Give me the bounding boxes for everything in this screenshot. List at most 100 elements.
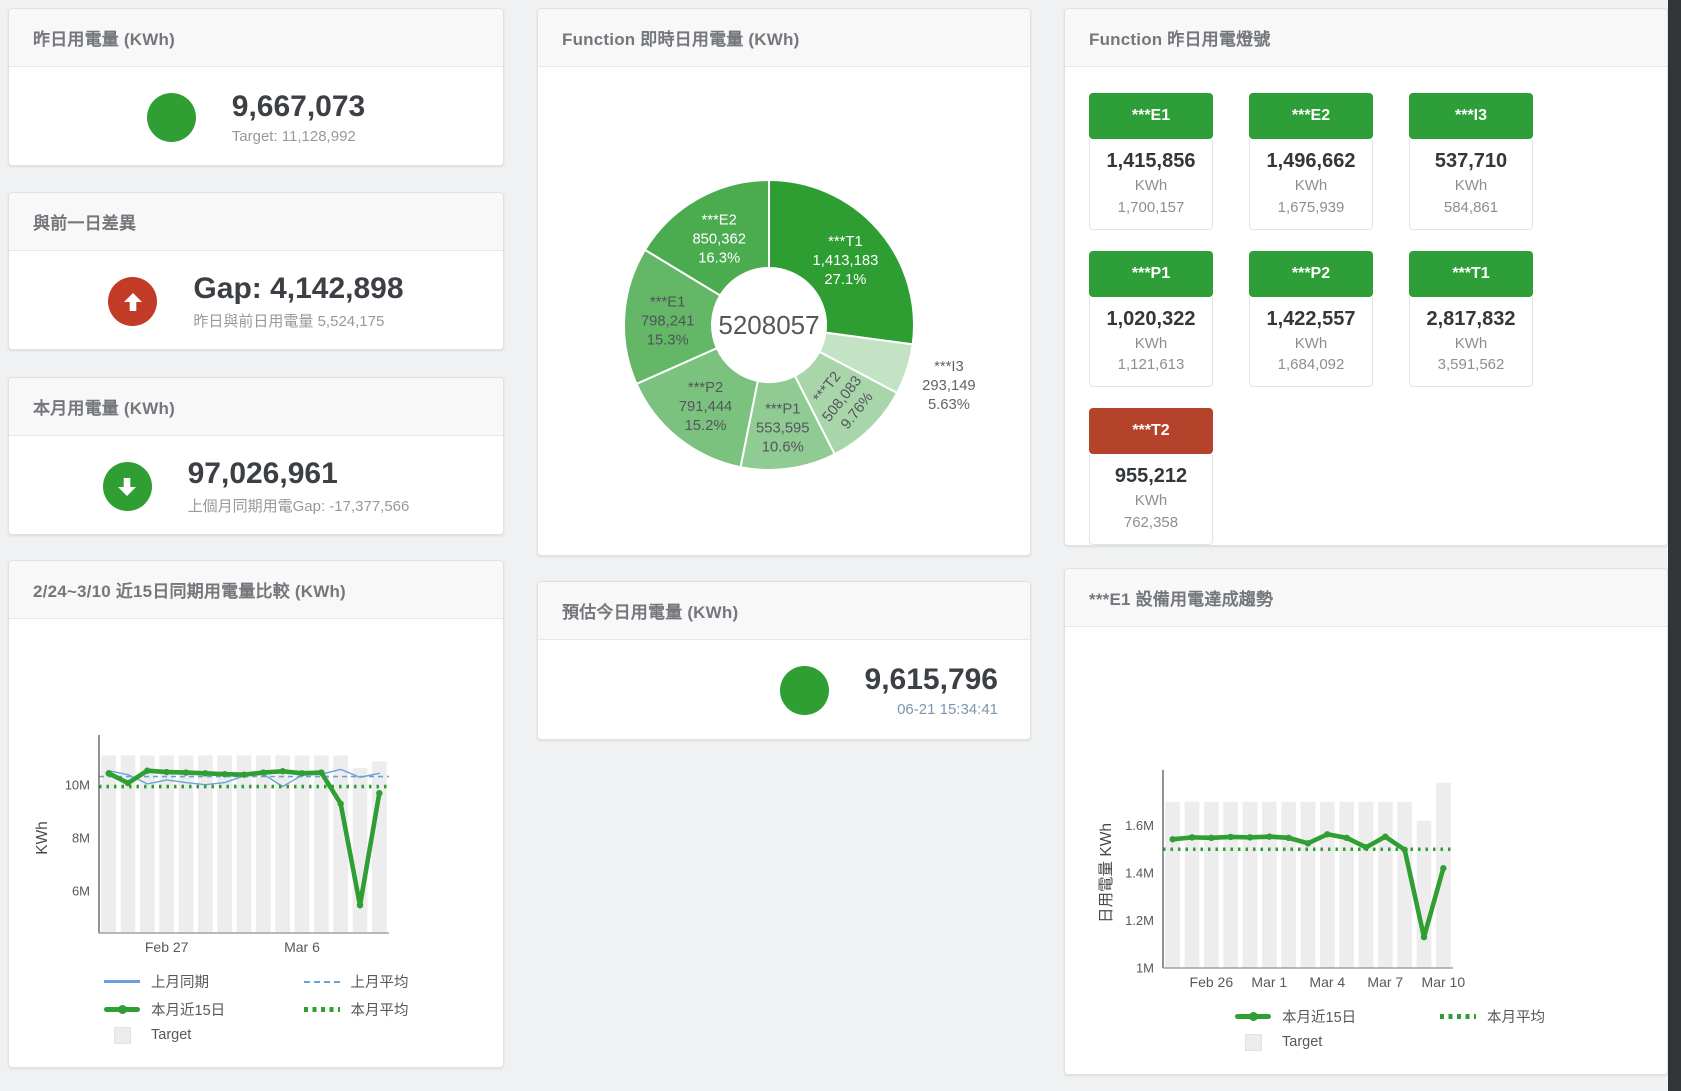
card-header: 預估今日用電量 (KWh) [538,582,1030,640]
card-title: 與前一日差異 [33,214,136,233]
card-body: 9,615,796 06-21 15:34:41 [538,640,1030,740]
svg-text:日用電量 KWh: 日用電量 KWh [1098,823,1115,923]
up-arrow-icon [108,277,157,326]
device-tile-target: 762,358 [1092,512,1210,534]
green-dots-icon [304,1002,340,1018]
legend-item-blue-dash[interactable]: 上月平均 [304,971,504,992]
device-tile-unit: KWh [1412,333,1530,355]
blue-dash-icon [304,974,340,990]
stat-text: Gap: 4,142,898 昨日與前日用電量 5,524,175 [193,272,403,331]
svg-text:Mar 6: Mar 6 [284,939,320,955]
device-tile-status-header: ***P1 [1089,251,1213,297]
status-circle-icon [147,93,196,142]
card-title: Function 昨日用電燈號 [1089,30,1270,49]
card-day-gap: 與前一日差異 Gap: 4,142,898 昨日與前日用電量 5,524,175 [8,192,504,350]
device-tile-value: 2,817,832 [1412,305,1530,333]
card-body: Gap: 4,142,898 昨日與前日用電量 5,524,175 [9,251,503,350]
stat-sub: 上個月同期用電Gap: -17,377,566 [188,495,410,516]
device-tile-status-header: ***P2 [1249,251,1373,297]
svg-text:KWh: KWh [34,821,51,855]
svg-text:1M: 1M [1136,961,1154,976]
device-tile-target: 1,684,092 [1252,354,1370,376]
svg-text:Mar 4: Mar 4 [1309,974,1345,990]
svg-text:Mar 1: Mar 1 [1251,974,1287,990]
device-tile-body: 1,415,856KWh1,700,157 [1089,139,1213,230]
device-tile-unit: KWh [1412,175,1530,197]
svg-text:5208057: 5208057 [718,310,819,340]
card-body: 9,667,073 Target: 11,128,992 [9,67,503,166]
device-tile-status-header: ***E1 [1089,93,1213,139]
device-tile: ***E21,496,662KWh1,675,939 [1249,93,1373,230]
device-tile: ***P21,422,557KWh1,684,092 [1249,251,1373,388]
device-tile-status-header: ***T2 [1089,408,1213,454]
green-line-icon [104,1002,140,1018]
device-tile: ***I3537,710KWh584,861 [1409,93,1533,230]
device-tile-body: 1,496,662KWh1,675,939 [1249,139,1373,230]
trend-chart-legend: 本月近15日 本月平均 Target [1235,1006,1667,1050]
svg-text:Feb 26: Feb 26 [1190,974,1234,990]
device-tile: ***E11,415,856KWh1,700,157 [1089,93,1213,230]
down-arrow-icon [103,462,152,511]
legend-label: 本月近15日 [151,999,225,1020]
stat-timestamp: 06-21 15:34:41 [865,701,998,718]
device-tile-value: 1,496,662 [1252,147,1370,175]
card-header: 2/24~3/10 近15日同期用電量比較 (KWh) [9,561,503,619]
device-tile-body: 955,212KWh762,358 [1089,454,1213,545]
svg-text:10M: 10M [65,778,90,793]
card-body: 1M1.2M1.4M1.6MFeb 26Mar 1Mar 4Mar 7Mar 1… [1065,762,1667,1050]
legend-row: 本月近15日 本月平均 [104,999,503,1020]
legend-item-green-line[interactable]: 本月近15日 [1235,1006,1440,1027]
svg-text:Mar 7: Mar 7 [1367,974,1403,990]
energy-dashboard: 昨日用電量 (KWh) 9,667,073 Target: 11,128,992… [0,0,1681,1091]
compare-line-chart[interactable]: 6M8M10MFeb 27Mar 6KWh [11,727,481,967]
card-header: 本月用電量 (KWh) [9,378,503,436]
card-realtime-donut: Function 即時日用電量 (KWh) ***T11,413,18327.1… [537,8,1031,556]
card-status-lights: Function 昨日用電燈號 ***E11,415,856KWh1,700,1… [1064,8,1668,546]
gray-square-icon [1235,1034,1271,1050]
blue-line-icon [104,974,140,990]
stat-value: 9,615,796 [865,663,998,698]
device-tile-value: 955,212 [1092,462,1210,490]
legend-label: Target [151,1027,191,1043]
stat-value: Gap: 4,142,898 [193,272,403,307]
device-tile-grid: ***E11,415,856KWh1,700,157***E21,496,662… [1065,67,1667,545]
legend-label: Target [1282,1034,1322,1050]
stat-sub: 昨日與前日用電量 5,524,175 [193,310,403,331]
card-title: Function 即時日用電量 (KWh) [562,30,799,49]
card-title: 本月用電量 (KWh) [33,399,175,418]
device-tile-value: 1,415,856 [1092,147,1210,175]
device-tile-unit: KWh [1092,175,1210,197]
legend-label: 上月平均 [351,971,409,992]
scrollbar-track[interactable] [1668,0,1681,1091]
legend-item-green-dots[interactable]: 本月平均 [1440,1006,1645,1027]
card-15day-comparison-chart: 2/24~3/10 近15日同期用電量比較 (KWh) 6M8M10MFeb 2… [8,560,504,1068]
svg-text:8M: 8M [72,831,90,846]
legend-label: 本月近15日 [1282,1006,1356,1027]
legend-item-blue-line[interactable]: 上月同期 [104,971,304,992]
e1-trend-line-chart[interactable]: 1M1.2M1.4M1.6MFeb 26Mar 1Mar 4Mar 7Mar 1… [1075,762,1545,1002]
stat-target: Target: 11,128,992 [232,128,365,145]
device-tile: ***T12,817,832KWh3,591,562 [1409,251,1533,388]
svg-text:Mar 10: Mar 10 [1422,974,1466,990]
stat-text: 9,615,796 06-21 15:34:41 [865,663,998,718]
svg-text:1.6M: 1.6M [1125,818,1154,833]
device-tile-unit: KWh [1252,175,1370,197]
svg-text:***I3293,1495.63%: ***I3293,1495.63% [922,359,976,413]
legend-item-green-dots[interactable]: 本月平均 [304,999,504,1020]
legend-item-green-line[interactable]: 本月近15日 [104,999,304,1020]
card-e1-trend-chart: ***E1 設備用電達成趨勢 1M1.2M1.4M1.6MFeb 26Mar 1… [1064,568,1668,1075]
device-tile: ***T2955,212KWh762,358 [1089,408,1213,545]
gray-square-icon [104,1027,140,1043]
legend-item-gray-square[interactable]: Target [1235,1034,1440,1050]
device-tile-body: 1,422,557KWh1,684,092 [1249,297,1373,388]
svg-text:Feb 27: Feb 27 [145,939,189,955]
card-estimate-today: 預估今日用電量 (KWh) 9,615,796 06-21 15:34:41 [537,581,1031,740]
stat-text: 97,026,961 上個月同期用電Gap: -17,377,566 [188,457,410,516]
svg-text:1.4M: 1.4M [1125,866,1154,881]
device-tile-target: 1,700,157 [1092,197,1210,219]
realtime-donut-chart[interactable]: ***T11,413,18327.1%***I3293,1495.63%***T… [538,67,1030,545]
legend-label: 上月同期 [151,971,209,992]
green-dots-icon [1440,1009,1476,1025]
card-title: 2/24~3/10 近15日同期用電量比較 (KWh) [33,582,346,601]
legend-item-gray-square[interactable]: Target [104,1027,309,1043]
